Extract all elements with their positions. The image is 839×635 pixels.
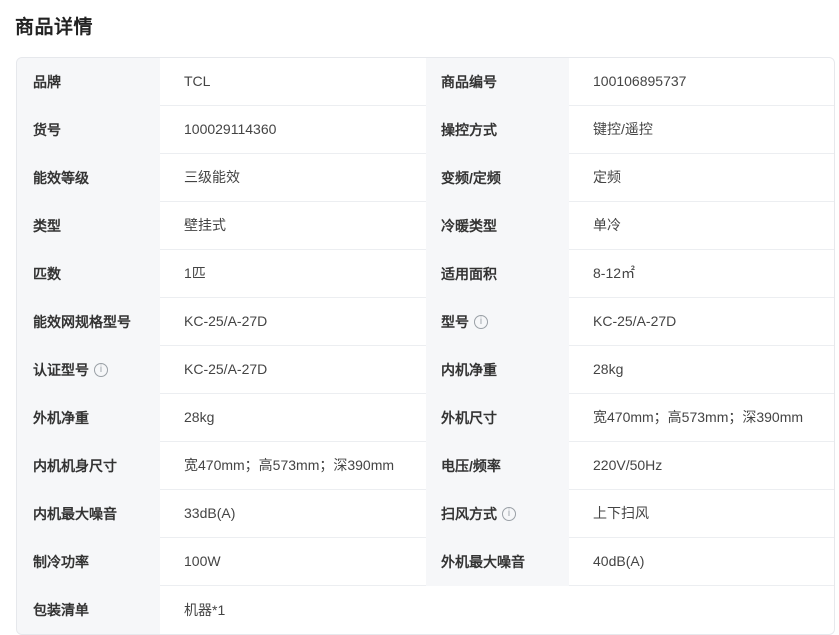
spec-key: 适用面积 [426, 250, 569, 298]
table-row: 类型 壁挂式 冷暖类型 单冷 [17, 202, 834, 250]
spec-value: 单冷 [569, 202, 834, 250]
table-row: 制冷功率 100W 外机最大噪音 40dB(A) [17, 538, 834, 586]
spec-key: 外机最大噪音 [426, 538, 569, 586]
table-row: 内机最大噪音 33dB(A) 扫风方式 i 上下扫风 [17, 490, 834, 538]
info-icon[interactable]: i [474, 315, 488, 329]
spec-key: 变频/定频 [426, 154, 569, 202]
spec-key: 能效等级 [17, 154, 160, 202]
spec-key: 能效网规格型号 [17, 298, 160, 346]
spec-value: 33dB(A) [160, 490, 426, 538]
spec-value: 宽470mm；高573mm；深390mm [569, 394, 834, 442]
spec-value: 100029114360 [160, 106, 426, 154]
spec-value: 键控/遥控 [569, 106, 834, 154]
spec-key: 品牌 [17, 58, 160, 106]
spec-key: 外机净重 [17, 394, 160, 442]
spec-key: 匹数 [17, 250, 160, 298]
spec-value: 8-12㎡ [569, 250, 834, 298]
spec-key: 内机净重 [426, 346, 569, 394]
spec-value: KC-25/A-27D [160, 346, 426, 394]
info-icon[interactable]: i [502, 507, 516, 521]
info-icon[interactable]: i [94, 363, 108, 377]
spec-value: 壁挂式 [160, 202, 426, 250]
table-row: 能效等级 三级能效 变频/定频 定频 [17, 154, 834, 202]
spec-key: 制冷功率 [17, 538, 160, 586]
spec-table: 品牌 TCL 商品编号 100106895737 货号 100029114360… [16, 57, 835, 635]
spec-key: 商品编号 [426, 58, 569, 106]
table-row: 货号 100029114360 操控方式 键控/遥控 [17, 106, 834, 154]
spec-value: 机器*1 [160, 586, 834, 634]
spec-value: KC-25/A-27D [160, 298, 426, 346]
spec-value: 220V/50Hz [569, 442, 834, 490]
spec-key: 冷暖类型 [426, 202, 569, 250]
spec-key: 认证型号 i [17, 346, 160, 394]
table-row: 能效网规格型号 KC-25/A-27D 型号 i KC-25/A-27D [17, 298, 834, 346]
spec-key: 内机机身尺寸 [17, 442, 160, 490]
spec-key: 类型 [17, 202, 160, 250]
table-row: 匹数 1匹 适用面积 8-12㎡ [17, 250, 834, 298]
spec-key: 操控方式 [426, 106, 569, 154]
spec-value: TCL [160, 58, 426, 106]
spec-value: 28kg [160, 394, 426, 442]
table-row: 认证型号 i KC-25/A-27D 内机净重 28kg [17, 346, 834, 394]
spec-value: 上下扫风 [569, 490, 834, 538]
spec-key: 型号 i [426, 298, 569, 346]
spec-value: 定频 [569, 154, 834, 202]
spec-value: 40dB(A) [569, 538, 834, 586]
spec-value: 三级能效 [160, 154, 426, 202]
spec-key: 包装清单 [17, 586, 160, 634]
spec-key: 外机尺寸 [426, 394, 569, 442]
spec-value: KC-25/A-27D [569, 298, 834, 346]
spec-value: 28kg [569, 346, 834, 394]
page-title: 商品详情 [15, 17, 94, 38]
table-row: 包装清单 机器*1 [17, 586, 834, 634]
spec-key: 电压/频率 [426, 442, 569, 490]
spec-key-label: 扫风方式 [441, 506, 497, 522]
spec-key: 内机最大噪音 [17, 490, 160, 538]
spec-key-label: 型号 [441, 314, 469, 330]
spec-value: 100W [160, 538, 426, 586]
table-row: 内机机身尺寸 宽470mm；高573mm；深390mm 电压/频率 220V/5… [17, 442, 834, 490]
spec-key: 货号 [17, 106, 160, 154]
table-row: 品牌 TCL 商品编号 100106895737 [17, 58, 834, 106]
table-row: 外机净重 28kg 外机尺寸 宽470mm；高573mm；深390mm [17, 394, 834, 442]
spec-value: 100106895737 [569, 58, 834, 106]
spec-key: 扫风方式 i [426, 490, 569, 538]
spec-key-label: 认证型号 [33, 362, 89, 378]
spec-value: 宽470mm；高573mm；深390mm [160, 442, 426, 490]
spec-value: 1匹 [160, 250, 426, 298]
